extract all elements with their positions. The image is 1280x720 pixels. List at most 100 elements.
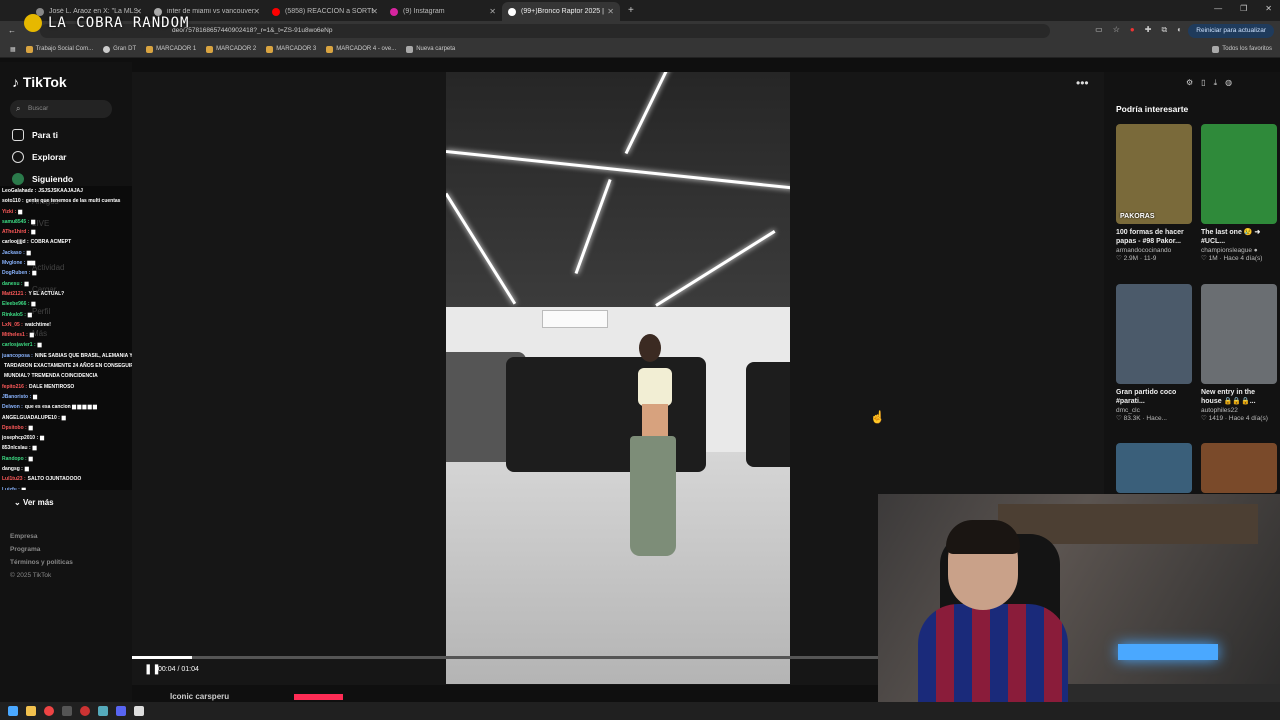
chat-username: fepito216 : xyxy=(2,383,28,390)
home-icon xyxy=(12,129,24,141)
download-icon[interactable]: ⤓ xyxy=(1214,78,1218,88)
nav-siguiendo[interactable]: Siguiendo xyxy=(12,173,73,185)
chat-username: Mitheles1 : xyxy=(2,332,28,339)
nav-para-ti[interactable]: Para ti xyxy=(12,129,58,141)
chat-text: ▆ xyxy=(31,229,36,236)
recommendation-author[interactable]: autophiles22 xyxy=(1201,407,1277,414)
chat-username: Luizfu : xyxy=(2,486,20,490)
star-icon[interactable]: ☆ xyxy=(1113,25,1120,35)
bookmark-folder[interactable]: Nueva carpeta xyxy=(406,45,455,53)
recommendation-card[interactable]: PAKORAS 100 formas de hacer papas - #98 P… xyxy=(1116,124,1192,262)
footer-link[interactable]: Empresa xyxy=(10,530,73,543)
recommendation-card[interactable] xyxy=(1116,443,1192,493)
video-progress-fill xyxy=(132,656,192,659)
recommendation-thumbnail[interactable] xyxy=(1116,443,1192,493)
recommendation-author[interactable]: dmc_clc xyxy=(1116,407,1192,414)
chat-username: Eleebe966 : xyxy=(2,301,30,308)
bookmark[interactable]: MARCADOR 3 xyxy=(266,45,316,53)
recommendation-thumbnail[interactable] xyxy=(1201,284,1277,384)
chat-username: 853nlcslau : xyxy=(2,445,31,452)
extension-icon[interactable]: ✚ xyxy=(1145,25,1152,35)
chat-text: ▆ xyxy=(33,393,38,400)
footer-link[interactable]: Términos y políticas xyxy=(10,556,73,569)
more-options-icon[interactable]: ••• xyxy=(1076,76,1089,90)
app-icon[interactable] xyxy=(80,706,90,716)
recommendation-card[interactable]: New entry in the house 🔒🔒🔒... autophiles2… xyxy=(1201,284,1277,422)
recommendation-thumbnail[interactable] xyxy=(1116,284,1192,384)
chat-text: ▆ xyxy=(31,301,36,308)
update-button[interactable]: Reiniciar para actualizar xyxy=(1188,24,1274,38)
folder-icon xyxy=(406,45,414,53)
windows-start-icon[interactable] xyxy=(8,706,18,716)
bookmark[interactable]: Gran DT xyxy=(103,45,136,53)
maximize-icon[interactable]: ❐ xyxy=(1240,4,1247,13)
bookmark[interactable]: Trabajo Social Com... xyxy=(25,45,93,53)
recommendation-thumbnail[interactable] xyxy=(1201,443,1277,493)
tiktok-logo[interactable]: ♪ TikTok xyxy=(12,74,67,90)
file-explorer-icon[interactable] xyxy=(26,706,36,716)
chat-username: Randopo : xyxy=(2,455,27,462)
chat-text: ▆ xyxy=(37,342,42,349)
chat-text: ▆ xyxy=(40,435,44,442)
recommendation-card[interactable] xyxy=(1201,443,1277,493)
chat-text: gente que tenemos de las multi cuentas xyxy=(25,198,121,205)
chat-username: samu8545 : xyxy=(2,218,30,225)
recommendation-author[interactable]: armandococinando xyxy=(1116,247,1192,254)
close-icon[interactable]: ✕ xyxy=(489,7,496,16)
ver-mas-button[interactable]: ⌄ Ver más xyxy=(14,498,54,507)
app-icon[interactable] xyxy=(98,706,108,716)
address-bar[interactable]: deo/7578168657440902418?_r=1&_t=ZS-91u8w… xyxy=(40,24,1050,38)
video-progress-bar[interactable] xyxy=(132,656,878,659)
video-frame[interactable] xyxy=(446,72,790,684)
browser-tab[interactable]: (9) Instagram ✕ xyxy=(384,2,502,21)
bookmark-icon xyxy=(146,45,154,53)
chat-username: LxN_05 : xyxy=(2,321,23,328)
chat-text: ▆ xyxy=(28,455,33,462)
chat-text: ▆ xyxy=(24,280,29,287)
chat-text: ▆ xyxy=(61,414,66,421)
profile-icon[interactable]: ◐ xyxy=(1177,25,1182,35)
recommendation-thumbnail[interactable] xyxy=(1201,124,1277,224)
puzzle-icon[interactable]: ⧉ xyxy=(1161,25,1167,35)
nav-explorar[interactable]: Explorar xyxy=(12,151,67,163)
browser-tab-strip: José L. Araoz en X: "La MLS ✕ inter de mi… xyxy=(0,0,1280,21)
new-tab-button[interactable]: + xyxy=(628,5,634,16)
discord-icon[interactable] xyxy=(116,706,126,716)
chrome-icon[interactable] xyxy=(44,706,54,716)
recommendation-card[interactable]: The last one 😢 ➜ #UCL... championsleague … xyxy=(1201,124,1277,262)
recommendation-card[interactable]: Gran partido coco #parati... dmc_clc ♡ 83.… xyxy=(1116,284,1192,422)
recommendation-stats: ♡ 83.3K · Hace... xyxy=(1116,415,1167,422)
app-icon[interactable] xyxy=(62,706,72,716)
chat-text: ▆ xyxy=(21,486,26,490)
cast-icon[interactable]: ▭ xyxy=(1095,25,1103,35)
folder-icon xyxy=(1212,45,1220,53)
tiktok-note-icon: ♪ xyxy=(12,74,19,90)
apps-icon[interactable]: ▦ xyxy=(10,46,16,53)
app-icon[interactable] xyxy=(134,706,144,716)
close-icon[interactable]: ✕ xyxy=(253,7,260,16)
all-favorites[interactable]: Todos los favoritos xyxy=(1212,45,1272,53)
footer-link[interactable]: Programa xyxy=(10,543,73,556)
recommendation-author[interactable]: championsleague ● xyxy=(1201,247,1277,254)
minimize-icon[interactable]: — xyxy=(1214,4,1222,13)
bookmark[interactable]: MARCADOR 4 - ove... xyxy=(326,45,396,53)
search-input[interactable]: ⌕ Buscar xyxy=(10,100,112,118)
led-strip xyxy=(1118,644,1218,660)
close-icon[interactable]: ✕ xyxy=(371,7,378,16)
extension-red-icon[interactable]: ● xyxy=(1130,25,1135,35)
search-icon: ⌕ xyxy=(16,104,21,113)
back-icon[interactable]: ← xyxy=(8,26,16,35)
person-head xyxy=(639,334,661,362)
close-window-icon[interactable]: ✕ xyxy=(1265,4,1272,13)
chat-text: ▆ xyxy=(29,332,34,339)
globe-icon[interactable]: ◍ xyxy=(1225,78,1232,88)
bookmark[interactable]: MARCADOR 2 xyxy=(206,45,256,53)
phone-icon[interactable]: ▯ xyxy=(1201,78,1205,88)
settings-icon[interactable]: ⚙ xyxy=(1186,78,1193,88)
browser-tab[interactable]: (5858) REACCION a SORTEO de✕ xyxy=(266,2,384,21)
bookmark[interactable]: MARCADOR 1 xyxy=(146,45,196,53)
recommendation-thumbnail[interactable]: PAKORAS xyxy=(1116,124,1192,224)
browser-tab-active[interactable]: (99+)Bronco Raptor 2025 | ✕ xyxy=(502,2,620,21)
chat-text: JSJSJSKAAJAJAJ xyxy=(38,188,83,194)
close-icon[interactable]: ✕ xyxy=(607,7,614,16)
